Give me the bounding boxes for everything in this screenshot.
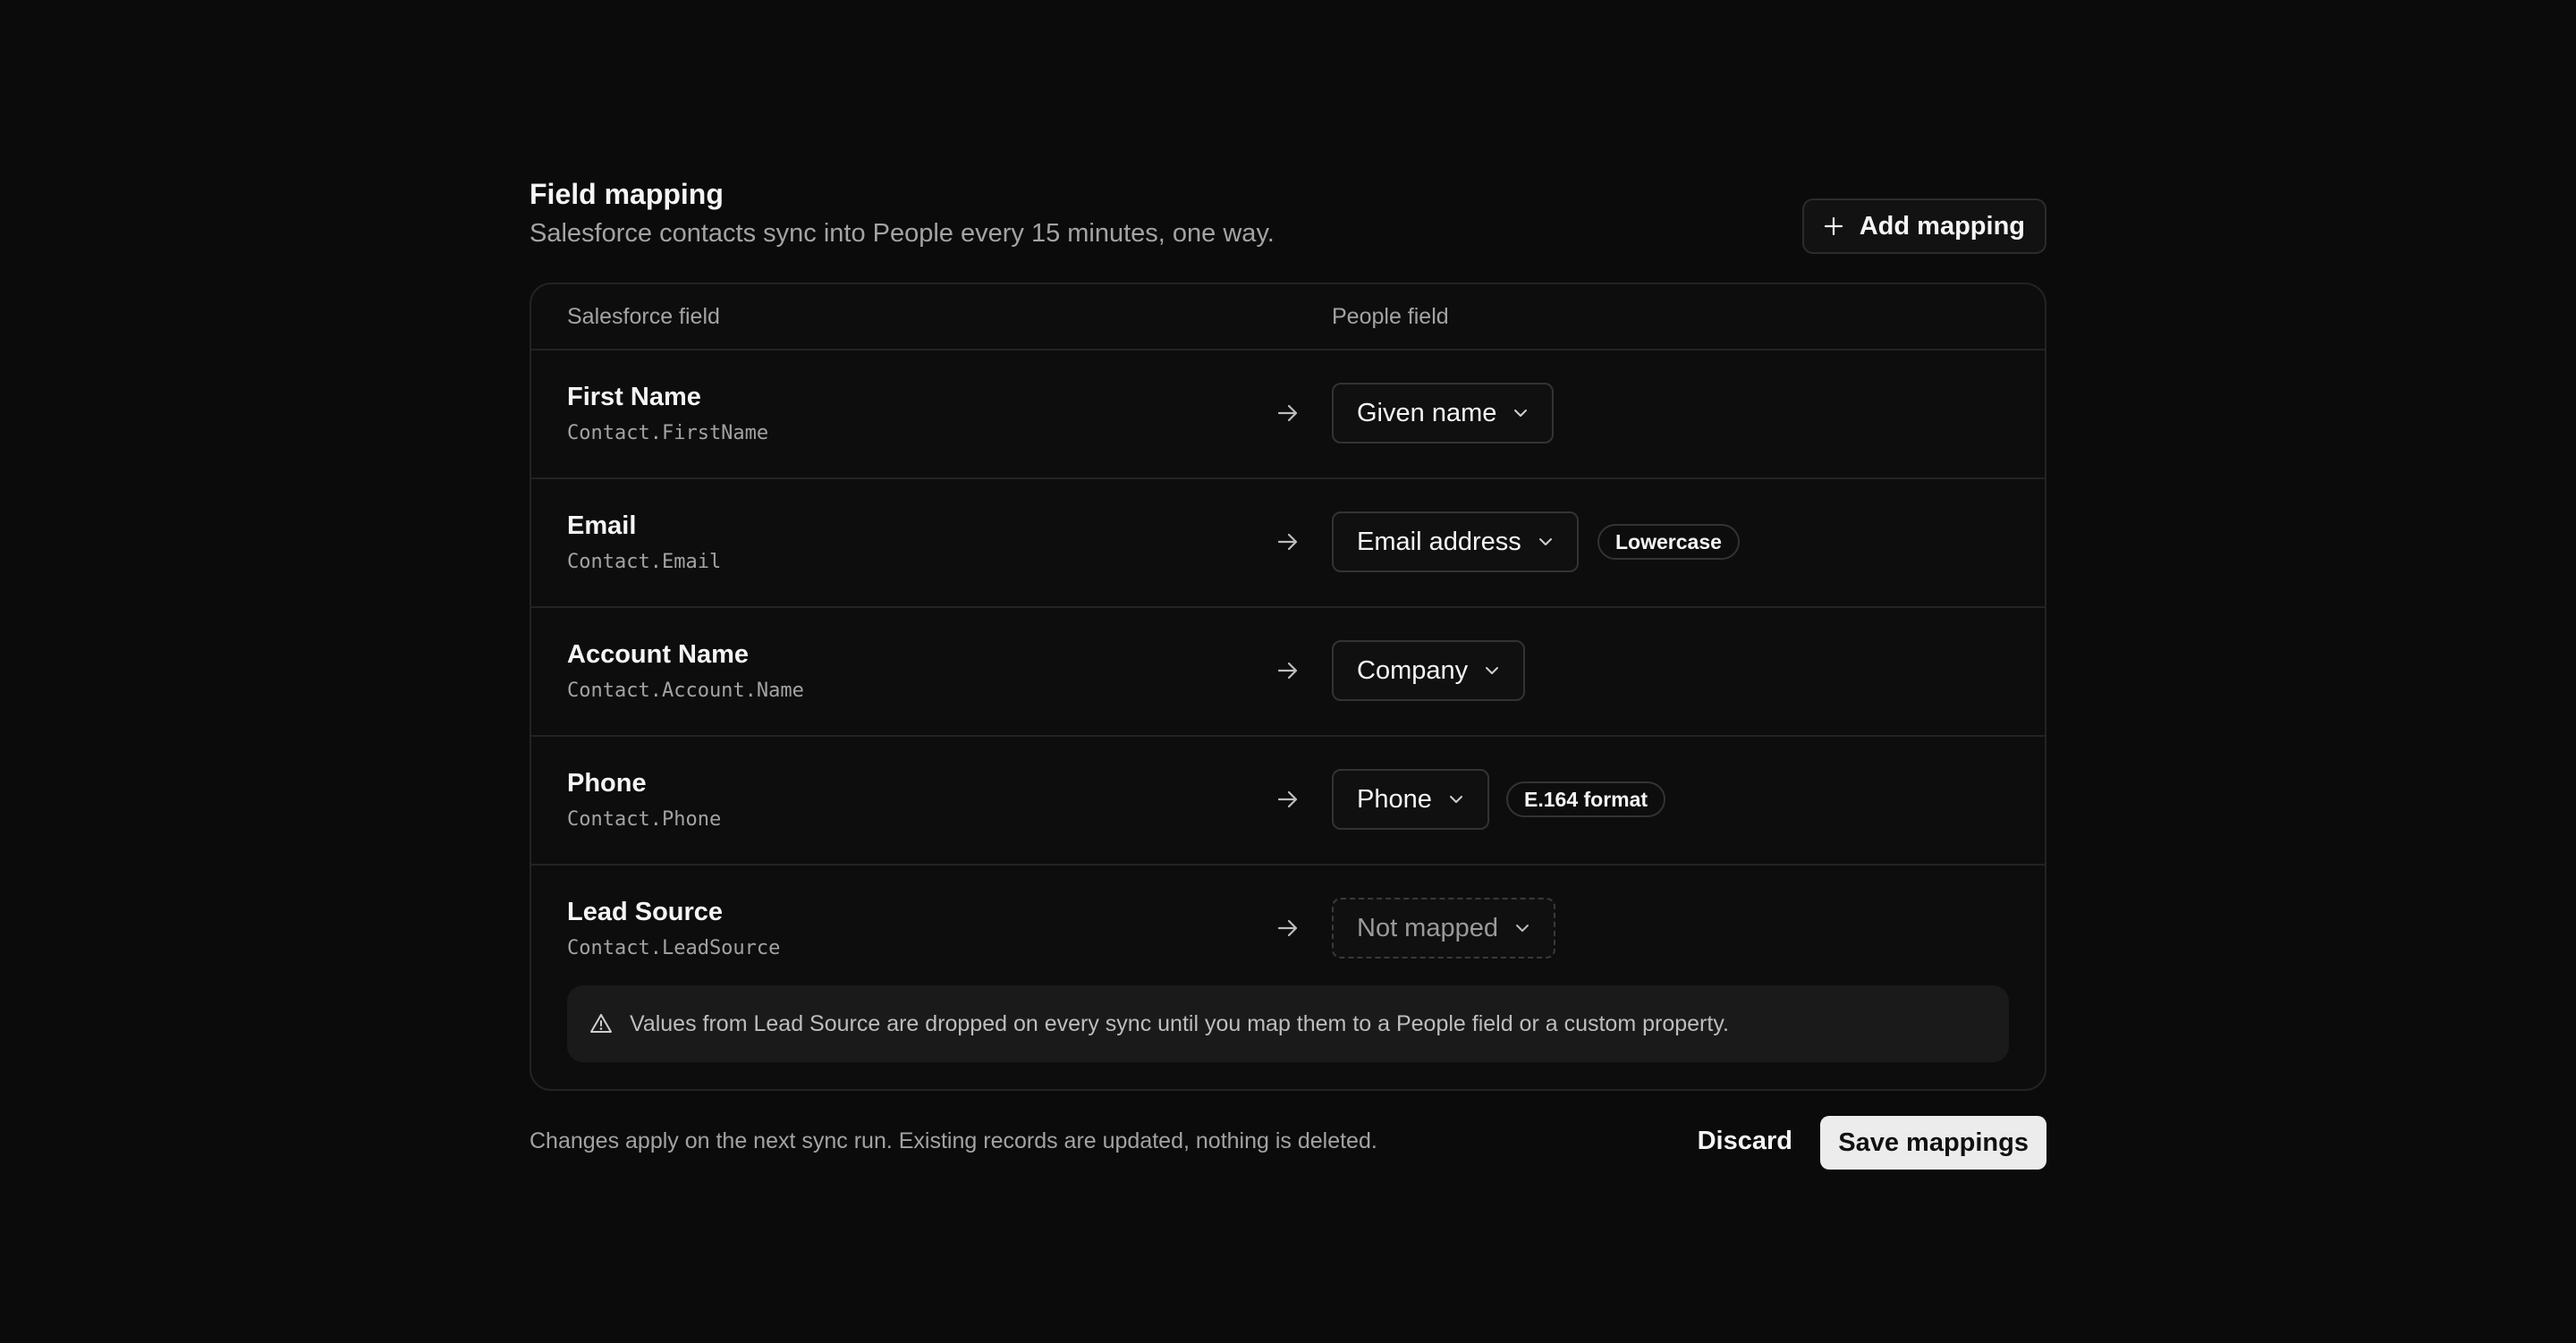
page-subtitle: Salesforce contacts sync into People eve… [530, 219, 1275, 248]
column-header-salesforce: Salesforce field [567, 304, 720, 329]
table-row: Account Name Contact.Account.Name Compan… [531, 608, 2045, 737]
people-field-select[interactable]: Email address [1332, 511, 1579, 572]
discard-button[interactable]: Discard [1698, 1127, 1792, 1156]
people-field-value: Company [1357, 655, 1469, 685]
add-mapping-button[interactable]: Add mapping [1801, 198, 2046, 254]
table-row: Lead Source Contact.LeadSource Not mappe… [531, 866, 2045, 1089]
footer-note: Changes apply on the next sync run. Exis… [530, 1128, 1377, 1153]
salesforce-field-name: Lead Source [567, 898, 724, 926]
table-header: Salesforce field People field [531, 284, 2045, 351]
people-field-select[interactable]: Given name [1332, 383, 1555, 443]
save-mappings-button[interactable]: Save mappings [1820, 1116, 2046, 1170]
salesforce-field-path: Contact.LeadSource [567, 937, 781, 959]
people-field-select[interactable]: Phone [1332, 769, 1489, 830]
people-field-select[interactable]: Not mapped [1332, 898, 1555, 959]
chevron-down-icon [1514, 410, 1528, 417]
unmapped-warning: Values from Lead Source are dropped on e… [567, 985, 2009, 1062]
salesforce-field-name: Phone [567, 769, 647, 798]
page: Field mapping Salesforce contacts sync i… [0, 0, 2576, 1343]
warning-text: Values from Lead Source are dropped on e… [630, 1010, 1729, 1036]
salesforce-field-path: Contact.Phone [567, 808, 722, 831]
people-field-value: Not mapped [1357, 913, 1498, 942]
panel-footer: Changes apply on the next sync run. Exis… [530, 1116, 2046, 1171]
chevron-down-icon [1449, 796, 1462, 803]
page-title: Field mapping [530, 178, 724, 210]
salesforce-field-name: Account Name [567, 640, 750, 669]
arrow-right-icon [1277, 919, 1298, 937]
people-field-value: Given name [1357, 398, 1497, 427]
chevron-down-icon [1516, 925, 1529, 932]
warning-triangle-icon [590, 1014, 612, 1033]
people-field-value: Phone [1357, 784, 1432, 814]
column-header-people: People field [1332, 304, 1449, 329]
table-row: First Name Contact.FirstName Given name [531, 351, 2045, 479]
table-row: Phone Contact.Phone Phone E.164 format [531, 737, 2045, 866]
salesforce-field-path: Contact.Account.Name [567, 680, 804, 702]
arrow-right-icon [1277, 404, 1298, 422]
arrow-right-icon [1277, 790, 1298, 808]
transform-badge: Lowercase [1597, 524, 1740, 560]
arrow-right-icon [1277, 533, 1298, 551]
arrow-right-icon [1277, 662, 1298, 680]
people-field-select[interactable]: Company [1332, 640, 1526, 701]
salesforce-field-path: Contact.Email [567, 551, 722, 573]
people-field-value: Email address [1357, 527, 1521, 556]
mapping-table: Salesforce field People field First Name… [530, 283, 2046, 1091]
add-mapping-label: Add mapping [1859, 211, 2025, 241]
salesforce-field-path: Contact.FirstName [567, 422, 769, 444]
chevron-down-icon [1486, 667, 1499, 674]
table-row: Email Contact.Email Email address Lowerc… [531, 479, 2045, 608]
salesforce-field-name: Email [567, 511, 637, 540]
chevron-down-icon [1538, 538, 1552, 545]
salesforce-field-name: First Name [567, 383, 701, 411]
plus-icon [1824, 216, 1843, 236]
transform-badge: E.164 format [1506, 781, 1666, 817]
